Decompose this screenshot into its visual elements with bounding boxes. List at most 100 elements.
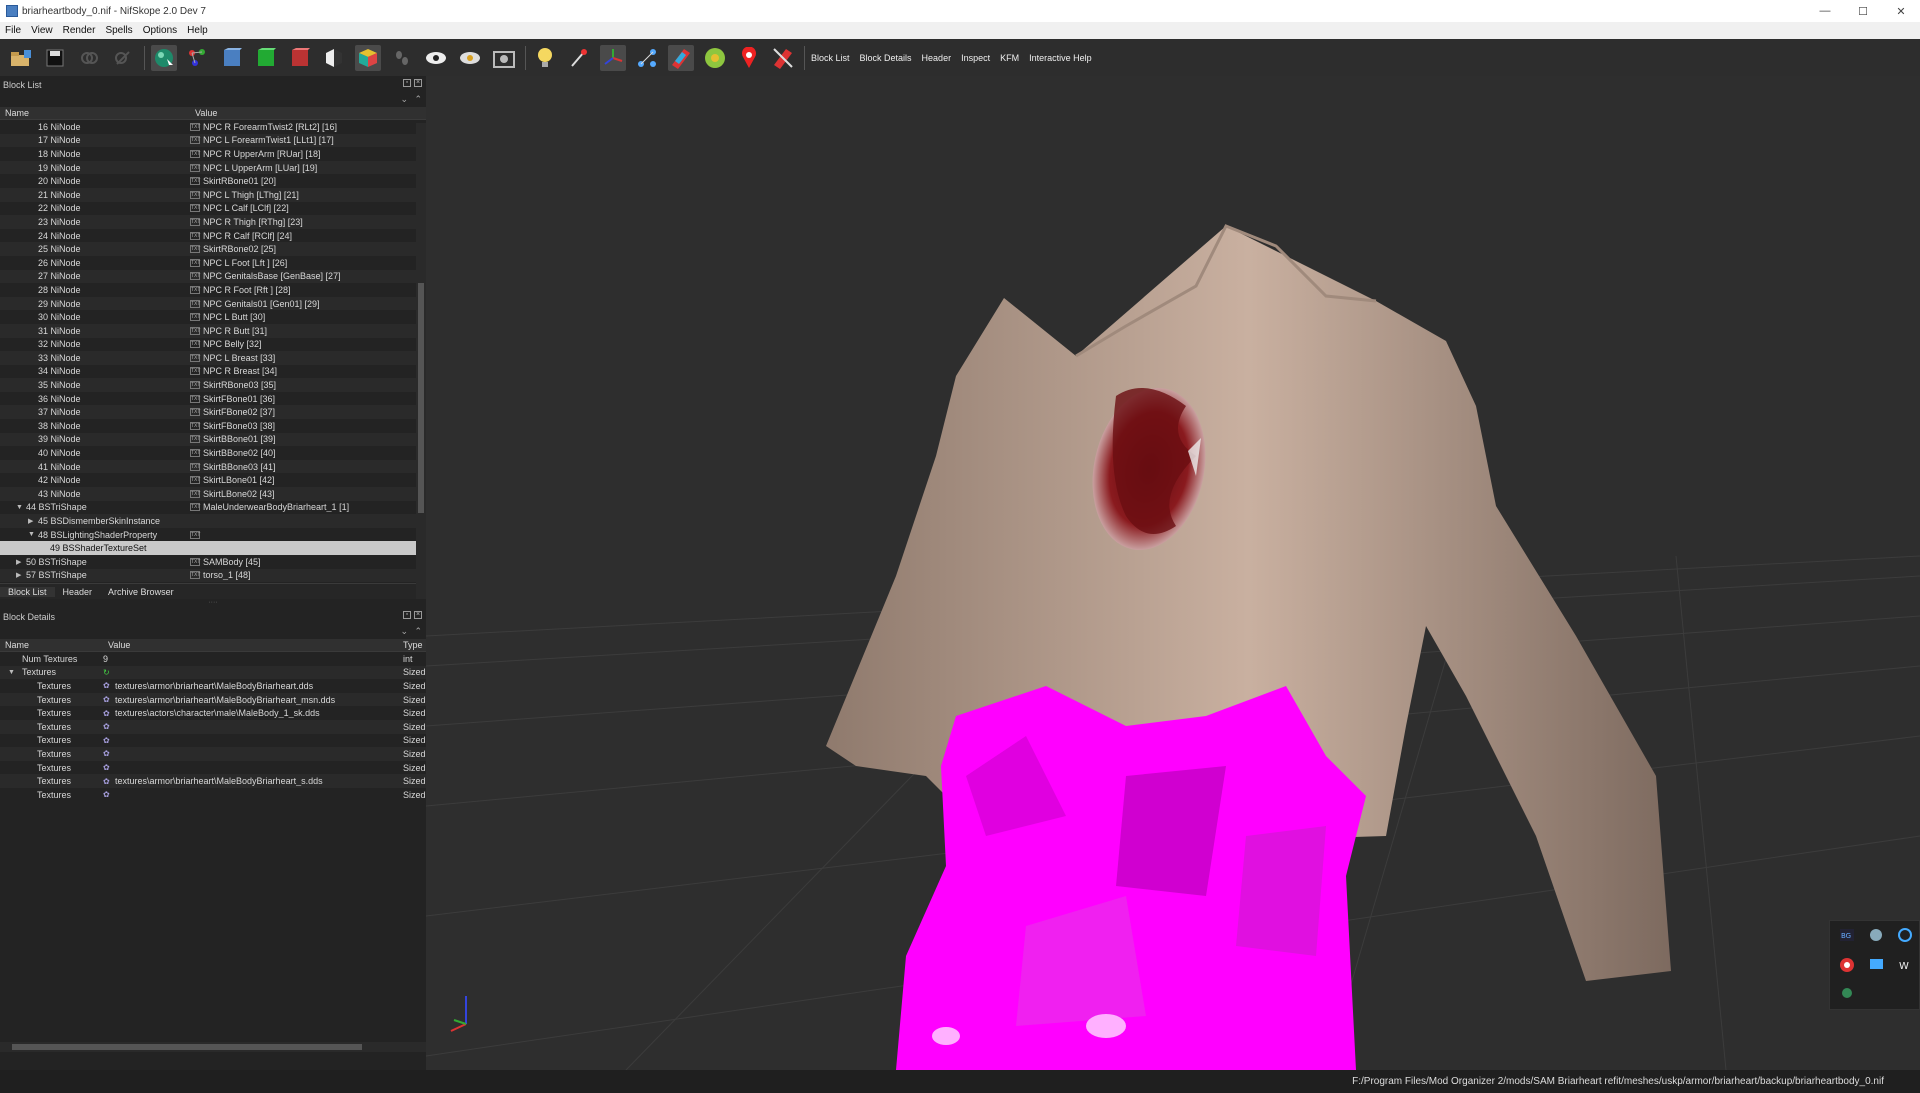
value-column-header[interactable]: Value bbox=[190, 107, 217, 119]
tree-row[interactable]: 20 NiNode TXT SkirtRBone01 [20] bbox=[0, 174, 416, 188]
tree-row[interactable]: 21 NiNode TXT NPC L Thigh [LThg] [21] bbox=[0, 187, 416, 202]
name-column-header[interactable]: Name bbox=[0, 107, 190, 119]
tree-row[interactable]: 18 NiNode TXT NPC R UpperArm [RUar] [18] bbox=[0, 147, 416, 161]
menu-help[interactable]: Help bbox=[182, 25, 213, 36]
details-row-value[interactable]: textures\actors\character\male\MaleBody_… bbox=[115, 708, 320, 718]
toolbar-block-list-button[interactable]: Block List bbox=[811, 53, 850, 63]
details-row[interactable]: Textures ✿ textures\armor\briarheart\MaleB… bbox=[0, 692, 426, 707]
type-column-header[interactable]: Type bbox=[398, 639, 423, 651]
block-list-scrollbar[interactable] bbox=[416, 123, 426, 599]
multicolor-cube-icon[interactable] bbox=[355, 44, 381, 71]
link-icon[interactable] bbox=[76, 45, 102, 71]
3d-viewport[interactable] bbox=[426, 76, 1920, 1070]
details-row[interactable]: Textures ✿ Sized bbox=[0, 719, 426, 734]
name-column-header[interactable]: Name bbox=[0, 639, 103, 651]
toolbar-kfm-button[interactable]: KFM bbox=[1000, 53, 1019, 63]
menu-file[interactable]: File bbox=[0, 25, 26, 36]
blue-cube-icon[interactable] bbox=[219, 45, 245, 71]
tree-row[interactable]: 40 NiNode TXT SkirtBBone02 [40] bbox=[0, 446, 416, 460]
toolbar-block-details-button[interactable]: Block Details bbox=[860, 53, 912, 63]
tree-row[interactable]: 26 NiNode TXT NPC L Foot [Lft ] [26] bbox=[0, 256, 416, 270]
save-icon[interactable] bbox=[42, 45, 68, 71]
details-row-value[interactable]: textures\armor\briarheart\MaleBodyBriarh… bbox=[115, 695, 335, 705]
tree-row[interactable]: 35 NiNode TXT SkirtRBone03 [35] bbox=[0, 378, 416, 392]
toolbar-interactive-help-button[interactable]: Interactive Help bbox=[1029, 53, 1092, 63]
close-button[interactable]: ✕ bbox=[1882, 0, 1920, 22]
tab-archive-browser[interactable]: Archive Browser bbox=[100, 587, 182, 597]
tree-row[interactable]: 24 NiNode TXT NPC R Calf [RClf] [24] bbox=[0, 229, 416, 243]
expand-arrow-icon[interactable]: ▶ bbox=[16, 558, 24, 566]
details-row-value[interactable]: textures\armor\briarheart\MaleBodyBriarh… bbox=[115, 681, 313, 691]
tree-row[interactable]: 17 NiNode TXT NPC L ForearmTwist1 [LLt1] [… bbox=[0, 133, 416, 148]
details-row[interactable]: Textures ✿ textures\actors\character\male\… bbox=[0, 706, 426, 720]
details-row[interactable]: Textures ✿ Sized bbox=[0, 761, 426, 775]
array-update-icon[interactable]: ↻ bbox=[103, 668, 112, 677]
tree-row[interactable]: 37 NiNode TXT SkirtFBone02 [37] bbox=[0, 405, 416, 420]
wand-icon[interactable] bbox=[566, 45, 592, 71]
select-object-icon[interactable] bbox=[151, 44, 177, 71]
close-icon[interactable]: × bbox=[414, 79, 422, 87]
tree-row[interactable]: 23 NiNode TXT NPC R Thigh [RThg] [23] bbox=[0, 215, 416, 229]
tree-row[interactable]: 27 NiNode TXT NPC GenitalsBase [GenBase] [… bbox=[0, 269, 416, 284]
tree-row[interactable]: 28 NiNode TXT NPC R Foot [Rft ] [28] bbox=[0, 283, 416, 297]
tree-row[interactable]: 38 NiNode TXT SkirtFBone03 [38] bbox=[0, 419, 416, 433]
eye-outline-icon[interactable] bbox=[457, 45, 483, 71]
float-icon[interactable]: ▫ bbox=[403, 79, 411, 87]
tree-row[interactable]: 34 NiNode TXT NPC R Breast [34] bbox=[0, 365, 416, 379]
tree-row[interactable]: 33 NiNode TXT NPC L Breast [33] bbox=[0, 351, 416, 365]
tree-row[interactable]: 36 NiNode TXT SkirtFBone01 [36] bbox=[0, 392, 416, 406]
scroll-thumb[interactable] bbox=[418, 283, 424, 513]
tree-row[interactable]: 39 NiNode TXT SkirtBBone01 [39] bbox=[0, 432, 416, 447]
texture-icon[interactable] bbox=[668, 44, 694, 71]
tree-row[interactable]: 30 NiNode TXT NPC L Butt [30] bbox=[0, 310, 416, 324]
tree-row[interactable]: 43 NiNode TXT SkirtLBone02 [43] bbox=[0, 487, 416, 501]
details-row-value[interactable]: textures\armor\briarheart\MaleBodyBriarh… bbox=[115, 776, 323, 786]
close-icon[interactable]: × bbox=[414, 611, 422, 619]
collapse-all-icon[interactable]: ⌄ bbox=[400, 626, 408, 637]
light-bulb-icon[interactable] bbox=[532, 45, 558, 71]
tree-row[interactable]: 25 NiNode TXT SkirtRBone02 [25] bbox=[0, 242, 416, 256]
unlink-icon[interactable] bbox=[110, 45, 136, 71]
open-icon[interactable] bbox=[8, 45, 34, 71]
green-cube-icon[interactable] bbox=[253, 45, 279, 71]
menu-render[interactable]: Render bbox=[58, 25, 101, 36]
axes-icon[interactable] bbox=[600, 44, 626, 71]
details-h-scrollbar[interactable] bbox=[0, 1042, 426, 1052]
tree-row[interactable]: ▶ 57 BSTriShape TXT torso_1 [48] bbox=[0, 568, 416, 583]
details-row[interactable]: Textures ✿ Sized bbox=[0, 788, 426, 802]
collapse-arrow-icon[interactable]: ▼ bbox=[28, 531, 36, 538]
expand-arrow-icon[interactable]: ▶ bbox=[28, 517, 36, 525]
marker-icon[interactable] bbox=[736, 45, 762, 71]
eye-icon[interactable] bbox=[423, 45, 449, 71]
tree-row[interactable]: 31 NiNode TXT NPC R Butt [31] bbox=[0, 323, 416, 338]
split-cube-icon[interactable] bbox=[321, 45, 347, 71]
collapse-all-icon[interactable]: ⌄ bbox=[400, 94, 408, 105]
toolbar-inspect-button[interactable]: Inspect bbox=[961, 53, 990, 63]
select-vertex-icon[interactable] bbox=[185, 45, 211, 71]
tree-row[interactable]: ▶ 50 BSTriShape TXT SAMBody [45] bbox=[0, 555, 416, 569]
block-details-table[interactable]: Num Textures 9 int ▼ Textures ↻ Sized Textures ✿… bbox=[0, 652, 426, 1042]
tree-row[interactable]: 42 NiNode TXT SkirtLBone01 [42] bbox=[0, 473, 416, 487]
details-row[interactable]: Num Textures 9 int bbox=[0, 652, 426, 666]
tree-row[interactable]: 19 NiNode TXT NPC L UpperArm [LUar] [19] bbox=[0, 160, 416, 175]
tree-row[interactable]: 16 NiNode TXT NPC R ForearmTwist2 [RLt2] [… bbox=[0, 120, 416, 134]
toolbar-header-button[interactable]: Header bbox=[922, 53, 952, 63]
details-row[interactable]: Textures ✿ Sized bbox=[0, 734, 426, 748]
tree-row[interactable]: ▶ 45 BSDismemberSkinInstance bbox=[0, 514, 416, 528]
collapse-arrow-icon[interactable]: ▼ bbox=[8, 669, 16, 676]
details-row[interactable]: Textures ✿ Sized bbox=[0, 747, 426, 761]
collapse-arrow-icon[interactable]: ▼ bbox=[16, 504, 24, 511]
tree-row[interactable]: 32 NiNode TXT NPC Belly [32] bbox=[0, 338, 416, 352]
screenshot-icon[interactable] bbox=[491, 45, 517, 71]
tree-row[interactable]: 41 NiNode TXT SkirtBBone03 [41] bbox=[0, 459, 416, 474]
footprints-icon[interactable] bbox=[389, 45, 415, 71]
expand-arrow-icon[interactable]: ▶ bbox=[16, 571, 24, 579]
menu-spells[interactable]: Spells bbox=[100, 25, 137, 36]
tree-row[interactable]: 22 NiNode TXT NPC L Calf [LClf] [22] bbox=[0, 202, 416, 216]
maximize-button[interactable]: ☐ bbox=[1844, 0, 1882, 22]
tree-row[interactable]: ▼ 44 BSTriShape TXT MaleUnderwearBodyBriarh… bbox=[0, 501, 416, 515]
details-row-value[interactable]: 9 bbox=[103, 654, 108, 664]
nodes-icon[interactable] bbox=[634, 45, 660, 71]
splitter-handle[interactable]: ···· bbox=[0, 599, 426, 608]
details-row[interactable]: Textures ✿ textures\armor\briarheart\MaleB… bbox=[0, 774, 426, 788]
